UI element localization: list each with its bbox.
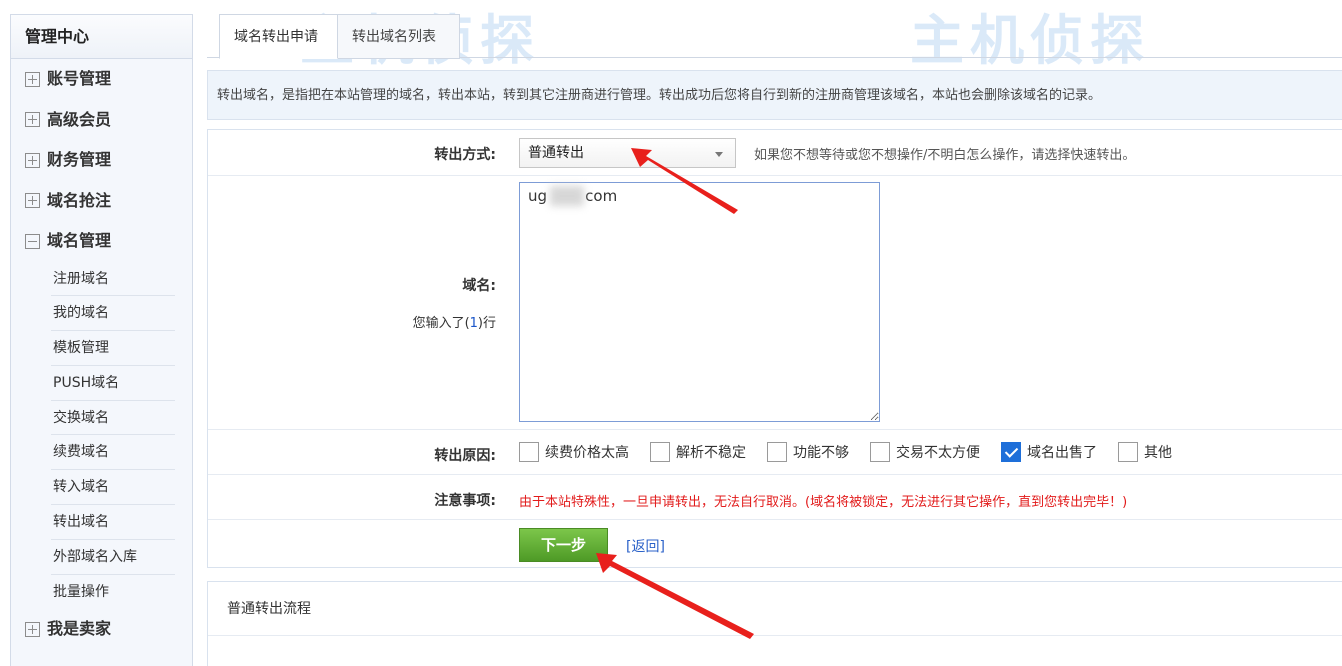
transfer-form: 转出方式: 普通转出 如果您不想等待或您不想操作/不明白怎么操作，请选择快速转出… [207,129,1342,568]
line-count-prefix: 您输入了( [412,316,470,331]
sidebar-item-push-domain[interactable]: PUSH域名 [51,366,175,401]
sidebar-item-external-import[interactable]: 外部域名入库 [51,540,175,575]
reason-option-label: 其他 [1144,445,1172,461]
reason-checkbox[interactable] [870,442,890,462]
expand-plus-icon [25,112,40,128]
reason-option-price[interactable]: 续费价格太高 [519,442,629,462]
back-link[interactable]: [返回] [626,536,665,556]
sidebar-group-label: 高级会员 [47,109,112,129]
info-description: 转出域名，是指把在本站管理的域名，转出本站，转到其它注册商进行管理。转出成功后您… [207,70,1342,120]
sidebar-group-backorder[interactable]: 域名抢注 [11,181,192,222]
sidebar-group-label: 我是卖家 [47,619,112,639]
line-count-text: 您输入了(1)行 [413,312,496,331]
notice-row: 注意事项: 由于本站特殊性，一旦申请转出，无法自行取消。(域名将被锁定，无法进行… [208,475,1342,520]
reason-option-other[interactable]: 其他 [1118,442,1172,462]
sidebar-group-finance[interactable]: 财务管理 [11,140,192,181]
domain-row: 域名: 您输入了(1)行 [208,176,1342,430]
reason-label: 转出原因: [434,448,496,464]
method-hint: 如果您不想等待或您不想操作/不明白怎么操作，请选择快速转出。 [754,148,1136,163]
reason-checkbox[interactable] [1118,442,1138,462]
sidebar-group-label: 域名抢注 [47,190,112,210]
reason-option-features[interactable]: 功能不够 [767,442,849,462]
sidebar-item-transfer-out[interactable]: 转出域名 [51,505,175,540]
sidebar-group-label: 账号管理 [47,69,112,88]
method-label: 转出方式: [434,147,496,163]
flow-title: 普通转出流程 [208,582,1342,636]
actions-row: 下一步 [返回] [208,520,1342,569]
next-step-button[interactable]: 下一步 [519,528,608,562]
sidebar-title: 管理中心 [11,15,192,59]
sidebar-group-label: 财务管理 [47,150,112,169]
domain-textarea[interactable] [519,182,880,422]
reason-option-label: 续费价格太高 [545,445,629,461]
notice-label: 注意事项: [434,493,496,509]
reason-checkbox[interactable] [519,442,539,462]
reason-option-sold[interactable]: 域名出售了 [1001,442,1097,462]
reason-option-label: 交易不太方便 [896,445,980,461]
tab-transfer-out-list[interactable]: 转出域名列表 [338,14,460,59]
reason-checkboxes: 续费价格太高 解析不稳定 功能不够 交易不太方便 域名出售了 其他 [519,442,1193,462]
method-row: 转出方式: 普通转出 如果您不想等待或您不想操作/不明白怎么操作，请选择快速转出… [208,130,1342,176]
sidebar-item-transfer-in[interactable]: 转入域名 [51,470,175,506]
reason-option-dns[interactable]: 解析不稳定 [650,442,746,462]
flow-section: 普通转出流程 [207,581,1342,666]
sidebar-item-my-domains[interactable]: 我的域名 [51,296,175,332]
expand-plus-icon [25,622,40,638]
collapse-minus-icon [25,233,40,249]
line-count-suffix: )行 [477,316,496,331]
sidebar-item-register-domain[interactable]: 注册域名 [51,262,175,297]
sidebar-item-batch-operations[interactable]: 批量操作 [51,575,175,610]
expand-plus-icon [25,71,40,87]
reason-checkbox-checked[interactable] [1001,442,1021,462]
sidebar-group-seller[interactable]: 我是卖家 [11,609,192,650]
sidebar-item-exchange-domain[interactable]: 交换域名 [51,401,175,436]
method-selected-value: 普通转出 [528,145,584,161]
sidebar-item-templates[interactable]: 模板管理 [51,331,175,366]
sidebar: 管理中心 账号管理 高级会员 财务管理 域名抢注 域名管理 注册域名 我的域名 … [10,14,193,666]
reason-row: 转出原因: 续费价格太高 解析不稳定 功能不够 交易不太方便 域名出售了 其他 [208,430,1342,475]
method-select[interactable]: 普通转出 [519,138,736,168]
reason-checkbox[interactable] [650,442,670,462]
expand-plus-icon [25,193,40,209]
reason-option-label: 解析不稳定 [676,445,746,461]
expand-plus-icon [25,152,40,168]
sidebar-group-domain-management[interactable]: 域名管理 [11,221,192,262]
domain-label: 域名: [462,278,496,294]
line-count-number: 1 [469,316,478,331]
reason-option-label: 功能不够 [793,445,849,461]
chevron-down-icon [715,152,723,157]
sidebar-group-account[interactable]: 账号管理 [11,59,192,100]
reason-checkbox[interactable] [767,442,787,462]
sidebar-item-renew-domain[interactable]: 续费域名 [51,435,175,471]
reason-option-label: 域名出售了 [1027,445,1097,461]
reason-option-trading[interactable]: 交易不太方便 [870,442,980,462]
tab-bar: 域名转出申请 转出域名列表 [207,14,1342,59]
sidebar-group-vip[interactable]: 高级会员 [11,100,192,141]
tab-transfer-out-request[interactable]: 域名转出申请 [219,14,338,59]
sidebar-sub-list: 注册域名 我的域名 模板管理 PUSH域名 交换域名 续费域名 转入域名 转出域… [11,262,192,610]
sidebar-group-label: 域名管理 [47,231,112,250]
notice-text: 由于本站特殊性，一旦申请转出，无法自行取消。(域名将被锁定，无法进行其它操作，直… [519,495,1128,510]
